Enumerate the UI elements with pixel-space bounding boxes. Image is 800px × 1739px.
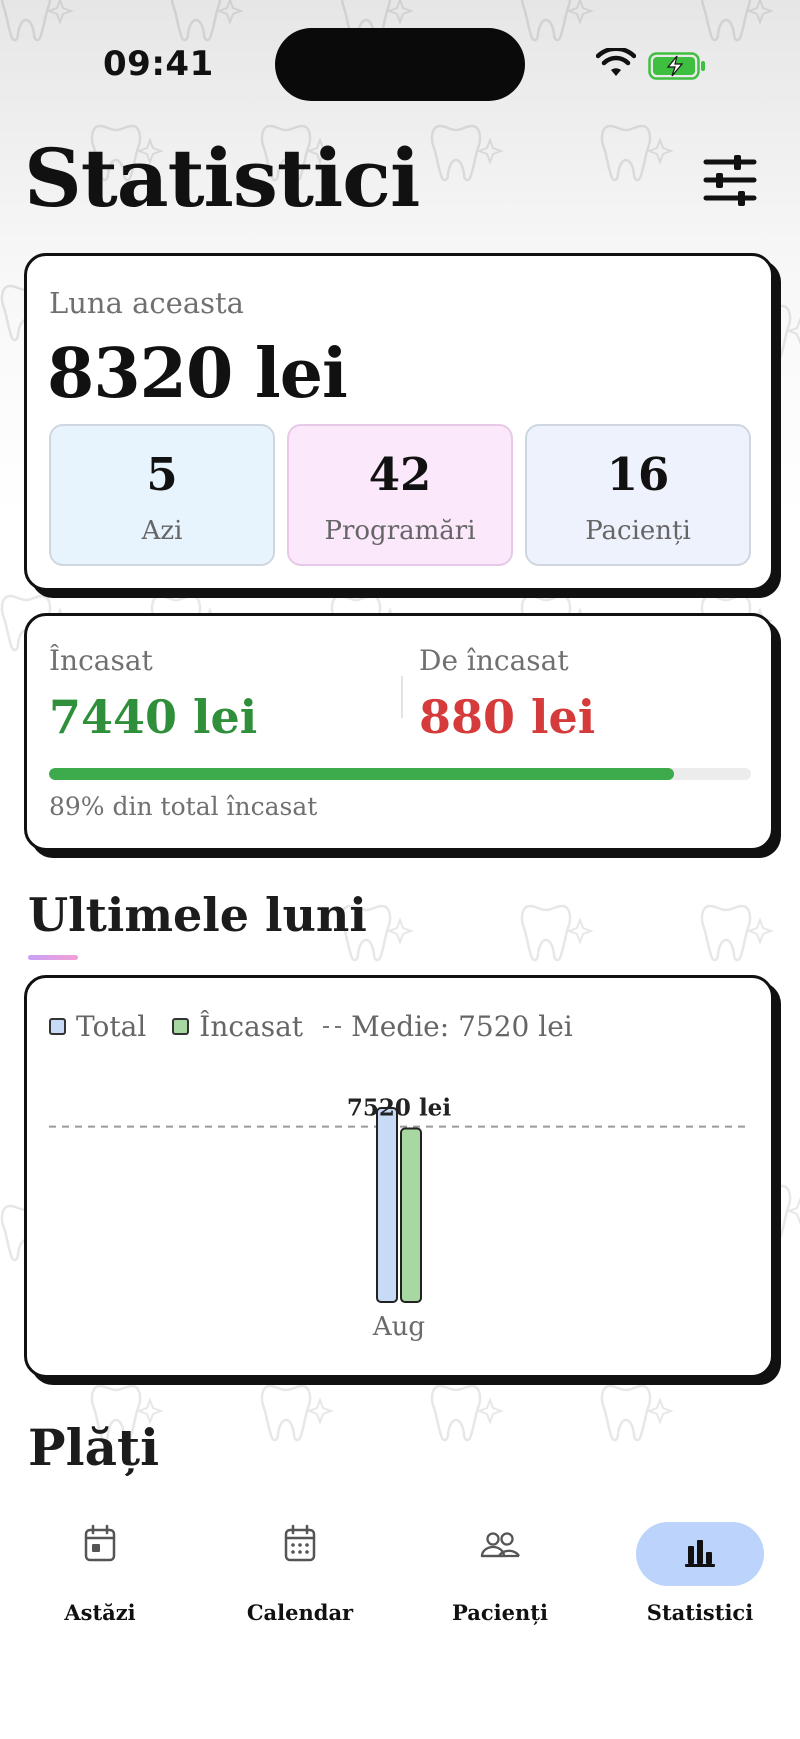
section-title-payments: Plăți (28, 1418, 160, 1477)
people-icon (480, 1532, 521, 1558)
recent-months-chart-card: Aug 7520 lei Total Încasat Medie: 7520 le… (24, 975, 774, 1378)
home-indicator (267, 1710, 533, 1720)
due-value: 880 lei (419, 690, 596, 744)
paid-progress-fill (49, 768, 674, 780)
tile-label: Azi (141, 516, 183, 546)
x-tick-label: Aug (372, 1312, 425, 1342)
tab-today[interactable]: Astăzi (0, 1478, 200, 1648)
paid-value: 7440 lei (49, 690, 258, 744)
due-label: De încasat (419, 644, 569, 677)
tile-label: Pacienți (585, 516, 691, 546)
bar-total (376, 1107, 398, 1303)
legend-label-paid: Încasat (199, 1010, 304, 1043)
tab-calendar[interactable]: Calendar (200, 1478, 400, 1648)
payments-summary-card: Încasat 7440 lei De încasat 880 lei 89% … (24, 613, 774, 851)
calendar-day-icon (84, 1524, 116, 1562)
stat-tile-patients[interactable]: 16 Pacienți (525, 424, 751, 566)
tile-value: 5 (146, 448, 178, 501)
active-tab-indicator (636, 1522, 764, 1586)
section-underline (28, 955, 78, 960)
bar-încasat (400, 1127, 422, 1303)
legend-swatch-total (49, 1018, 66, 1035)
paid-progress-caption: 89% din total încasat (49, 792, 318, 821)
stat-tile-today[interactable]: 5 Azi (49, 424, 275, 566)
legend-label-average: Medie: 7520 lei (351, 1010, 573, 1043)
battery-charging-icon (648, 52, 705, 80)
calendar-icon (284, 1524, 316, 1562)
divider (401, 676, 403, 718)
wifi-icon (596, 48, 636, 76)
tab-label: Calendar (246, 1600, 354, 1625)
legend-swatch-average (323, 1025, 342, 1028)
section-title-recent-months: Ultimele luni (28, 888, 367, 942)
tile-value: 42 (368, 448, 432, 501)
tile-label: Programări (324, 516, 476, 546)
bar-chart-icon (685, 1540, 715, 1567)
paid-progress-bar (49, 768, 751, 780)
tab-label: Statistici (646, 1600, 754, 1625)
month-label: Luna aceasta (49, 286, 244, 320)
chart-legend: Total Încasat Medie: 7520 lei (49, 1010, 573, 1043)
tab-label: Astăzi (64, 1600, 136, 1625)
stat-tile-appointments[interactable]: 42 Programări (287, 424, 513, 566)
page-title: Statistici (24, 131, 420, 225)
legend-label-total: Total (76, 1010, 147, 1043)
tab-bar: Astăzi Calendar Pacienți Statistici (0, 1478, 800, 1739)
dynamic-island (275, 28, 525, 101)
tab-label: Pacienți (452, 1600, 548, 1625)
month-summary-card: Luna aceasta 8320 lei 5 Azi 42 Programăr… (24, 253, 774, 591)
paid-label: Încasat (49, 644, 153, 677)
reference-line-label: 7520 lei (347, 1095, 451, 1122)
tab-patients[interactable]: Pacienți (400, 1478, 600, 1648)
status-time: 09:41 (103, 44, 214, 84)
tab-statistics[interactable]: Statistici (600, 1478, 800, 1648)
tile-value: 16 (606, 448, 670, 501)
month-total: 8320 lei (47, 334, 348, 414)
legend-swatch-paid (172, 1018, 190, 1035)
sliders-icon[interactable] (700, 152, 760, 208)
